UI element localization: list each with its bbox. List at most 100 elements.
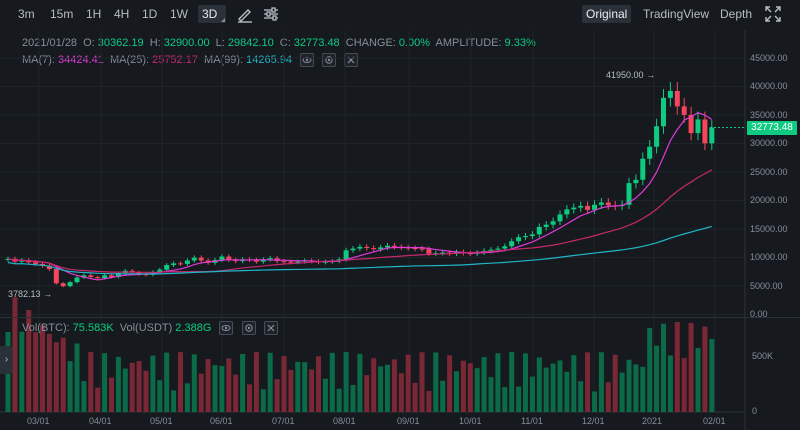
time-tick: 11/01 bbox=[521, 416, 543, 426]
volume-bar bbox=[626, 359, 632, 412]
price-tick: 15000.00 bbox=[750, 224, 788, 234]
volume-bar bbox=[150, 355, 156, 412]
candle-body bbox=[674, 90, 680, 107]
volume-bar bbox=[336, 388, 342, 412]
ma7-line bbox=[7, 112, 713, 281]
volume-bar bbox=[481, 357, 487, 412]
volume-bar bbox=[702, 326, 708, 412]
volume-bar bbox=[516, 386, 522, 412]
volume-bar bbox=[60, 337, 66, 412]
candle-body bbox=[550, 221, 556, 225]
volume-bar bbox=[109, 377, 114, 412]
volume-bar bbox=[343, 352, 349, 412]
candle-body bbox=[178, 263, 183, 265]
time-tick: 06/01 bbox=[210, 416, 233, 426]
price-tick: 45000.00 bbox=[750, 53, 788, 63]
candle-body bbox=[523, 236, 528, 238]
expand-panel-button[interactable]: › bbox=[0, 346, 13, 374]
volume-bar bbox=[529, 376, 535, 412]
volume-bar bbox=[95, 387, 101, 412]
volume-bar bbox=[253, 352, 259, 412]
volume-bar bbox=[19, 331, 25, 412]
candle-body bbox=[557, 214, 563, 222]
candle-body bbox=[571, 207, 577, 210]
volume-bar bbox=[164, 352, 170, 412]
volume-bar bbox=[557, 360, 563, 412]
time-tick: 08/01 bbox=[333, 416, 356, 426]
time-tick: 03/01 bbox=[27, 416, 50, 426]
volume-bar bbox=[612, 354, 618, 412]
candle-body bbox=[654, 126, 660, 147]
volume-bar bbox=[454, 371, 459, 412]
candle-body bbox=[585, 205, 591, 210]
volume-bar bbox=[33, 332, 39, 412]
volume-tick: 0 bbox=[752, 406, 758, 416]
volume-bar bbox=[247, 384, 252, 412]
current-price-tag: 32773.48 bbox=[747, 121, 797, 135]
price-tick: 40000.00 bbox=[750, 81, 788, 91]
settings-icon[interactable] bbox=[241, 321, 256, 335]
volume-bar bbox=[309, 369, 315, 412]
volume-bar bbox=[426, 390, 432, 412]
eye-icon[interactable] bbox=[219, 321, 234, 335]
candle-body bbox=[592, 204, 597, 210]
volume-bar bbox=[115, 356, 121, 412]
volume-bar bbox=[171, 390, 177, 412]
volume-bar bbox=[46, 334, 52, 412]
arrow-right-icon: → bbox=[43, 289, 53, 299]
volume-bar bbox=[440, 380, 446, 412]
volume-bar bbox=[267, 352, 273, 412]
close-icon[interactable] bbox=[263, 321, 278, 335]
volume-bar bbox=[592, 391, 597, 412]
price-tick: 10000.00 bbox=[750, 252, 788, 262]
volume-bar bbox=[681, 358, 687, 412]
time-tick: 04/01 bbox=[89, 416, 112, 426]
volume-bar bbox=[260, 389, 266, 412]
vol-btc-value: 75.583K bbox=[72, 321, 114, 334]
candle-body bbox=[695, 119, 701, 134]
volume-bar bbox=[322, 378, 328, 412]
volume-bar bbox=[281, 356, 287, 412]
candle-body bbox=[171, 263, 177, 266]
volume-bar bbox=[88, 352, 94, 412]
candle-body bbox=[198, 257, 204, 261]
volume-bar bbox=[495, 353, 501, 412]
candle-body bbox=[709, 127, 715, 144]
candle-body bbox=[661, 97, 666, 127]
volume-bar bbox=[378, 366, 384, 412]
volume-bar bbox=[523, 353, 528, 412]
volume-bar bbox=[654, 345, 660, 412]
candle-body bbox=[219, 256, 225, 260]
volume-bar bbox=[709, 339, 715, 412]
volume-bar bbox=[447, 355, 453, 412]
volume-bar bbox=[53, 342, 59, 412]
time-tick: 2021 bbox=[642, 416, 663, 426]
volume-bar bbox=[385, 364, 390, 412]
candle-body bbox=[640, 158, 646, 180]
volume-bar bbox=[302, 362, 308, 412]
volume-bar bbox=[502, 387, 508, 412]
time-tick: 02/01 bbox=[703, 416, 726, 426]
volume-bar bbox=[205, 359, 211, 412]
volume-bar bbox=[543, 367, 549, 412]
volume-bar bbox=[81, 381, 87, 412]
candle-body bbox=[543, 224, 549, 227]
volume-bar bbox=[674, 322, 680, 412]
candle-body bbox=[426, 249, 432, 254]
candle-body bbox=[364, 246, 370, 249]
volume-bar bbox=[578, 381, 584, 412]
candle-body bbox=[385, 245, 390, 248]
volume-bar bbox=[178, 352, 183, 412]
volume-bar bbox=[295, 361, 301, 412]
volume-bar bbox=[585, 352, 591, 412]
candle-body bbox=[53, 269, 59, 284]
price-tick: 20000.00 bbox=[750, 195, 788, 205]
candle-body bbox=[681, 106, 687, 115]
volume-bar bbox=[357, 353, 363, 412]
candle-body bbox=[598, 202, 604, 205]
vol-usdt-label: Vol(USDT) bbox=[119, 321, 173, 334]
volume-bar bbox=[391, 359, 397, 412]
volume-bar bbox=[136, 361, 142, 412]
volume-bar bbox=[633, 364, 639, 412]
candlestick-chart[interactable] bbox=[0, 0, 800, 430]
